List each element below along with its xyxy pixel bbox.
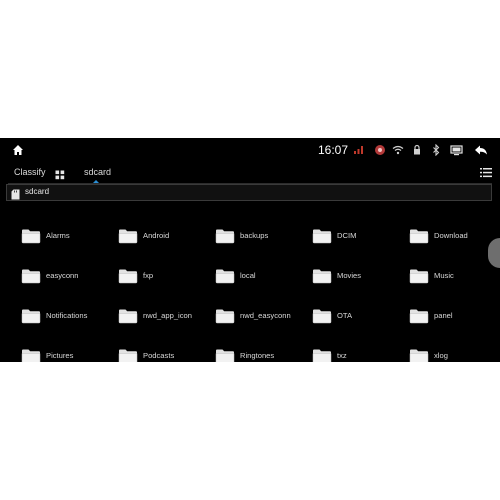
tab-classify[interactable]: Classify — [14, 167, 46, 177]
folder-icon — [21, 228, 41, 244]
folder-icon — [312, 268, 332, 284]
screen-icon[interactable] — [449, 143, 463, 157]
folder-item[interactable]: nwd_easyconn — [215, 306, 311, 332]
folder-icon — [409, 228, 429, 244]
folder-label: backups — [240, 231, 269, 240]
wifi-icon — [391, 143, 405, 157]
folder-icon — [21, 348, 41, 362]
folder-label: OTA — [337, 311, 353, 320]
folder-item[interactable]: Pictures — [21, 346, 117, 362]
folder-icon — [409, 308, 429, 324]
folder-icon — [409, 348, 429, 362]
folder-icon — [21, 268, 41, 284]
folder-label: Movies — [337, 271, 362, 280]
folder-item[interactable]: Podcasts — [118, 346, 214, 362]
folder-item[interactable]: nwd_app_icon — [118, 306, 214, 332]
folder-label: Music — [434, 271, 454, 280]
sdcard-icon — [11, 187, 20, 200]
folder-item[interactable]: Ringtones — [215, 346, 311, 362]
tab-sdcard[interactable]: sdcard — [66, 164, 126, 184]
folder-label: txz — [337, 351, 347, 360]
folder-icon — [118, 228, 138, 244]
folder-label: nwd_easyconn — [240, 311, 291, 320]
folder-item[interactable]: Movies — [312, 266, 408, 292]
folder-item[interactable]: fxp — [118, 266, 214, 292]
folder-item[interactable]: txz — [312, 346, 408, 362]
folder-item[interactable]: easyconn — [21, 266, 117, 292]
bluetooth-icon — [429, 143, 443, 157]
folder-label: Alarms — [46, 231, 70, 240]
folder-label: Notifications — [46, 311, 88, 320]
lock-icon — [410, 143, 424, 157]
folder-item[interactable]: backups — [215, 226, 311, 252]
folder-label: Ringtones — [240, 351, 275, 360]
folder-label: easyconn — [46, 271, 79, 280]
folder-icon — [409, 268, 429, 284]
folder-label: DCIM — [337, 231, 357, 240]
clock: 16:07 — [318, 143, 349, 157]
folder-icon — [118, 348, 138, 362]
folder-icon — [312, 308, 332, 324]
tab-bar: Classify sdcard — [0, 164, 500, 184]
tab-sdcard-label: sdcard — [84, 167, 112, 177]
folder-icon — [312, 228, 332, 244]
folder-label: Android — [143, 231, 170, 240]
folder-icon — [312, 348, 332, 362]
folder-item[interactable]: Download — [409, 226, 500, 252]
folder-label: Pictures — [46, 351, 74, 360]
status-bar: 16:07 — [0, 138, 500, 162]
folder-label: Download — [434, 231, 468, 240]
folder-icon — [215, 228, 235, 244]
list-menu-icon[interactable] — [480, 165, 494, 179]
folder-label: local — [240, 271, 256, 280]
folder-icon — [21, 308, 41, 324]
folder-item[interactable]: Notifications — [21, 306, 117, 332]
folder-item[interactable]: Alarms — [21, 226, 117, 252]
folder-item[interactable]: Android — [118, 226, 214, 252]
side-drag-handle[interactable] — [488, 238, 500, 268]
folder-label: nwd_app_icon — [143, 311, 192, 320]
folder-label: fxp — [143, 271, 154, 280]
folder-icon — [215, 268, 235, 284]
folder-label: panel — [434, 311, 453, 320]
folder-item[interactable]: xlog — [409, 346, 500, 362]
folder-label: Podcasts — [143, 351, 175, 360]
path-bar[interactable]: sdcard — [6, 184, 492, 201]
folder-item[interactable]: OTA — [312, 306, 408, 332]
path-label: sdcard — [25, 187, 50, 196]
folder-item[interactable]: local — [215, 266, 311, 292]
folder-item[interactable]: Music — [409, 266, 500, 292]
folder-icon — [118, 308, 138, 324]
media-icon — [373, 143, 387, 157]
folder-item[interactable]: panel — [409, 306, 500, 332]
folder-icon — [118, 268, 138, 284]
folder-icon — [215, 348, 235, 362]
folder-item[interactable]: DCIM — [312, 226, 408, 252]
home-icon[interactable] — [10, 142, 26, 158]
file-manager-screen: 16:07 Classify sdcard sdcard Alarms Andr… — [0, 138, 500, 362]
back-arrow-icon[interactable] — [472, 141, 490, 159]
signal-icon — [352, 143, 366, 157]
folder-icon — [215, 308, 235, 324]
folder-label: xlog — [434, 351, 448, 360]
